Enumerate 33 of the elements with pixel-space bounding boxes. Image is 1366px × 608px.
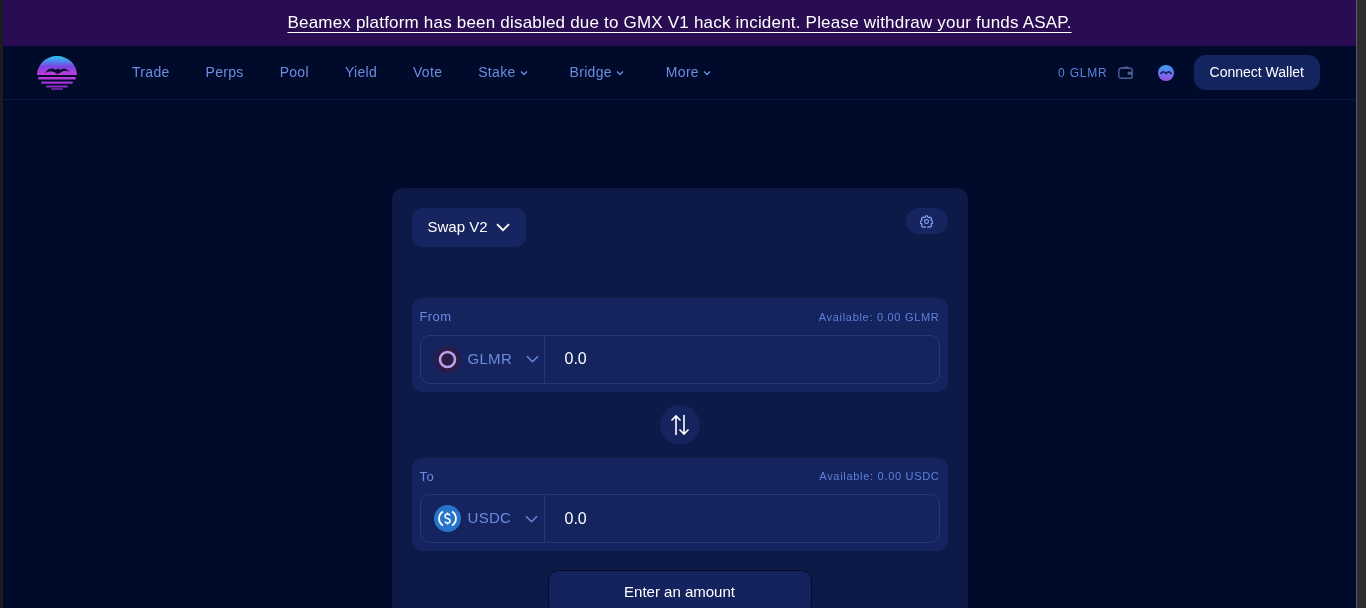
chevron-down-icon [525, 514, 539, 523]
token-amount-field[interactable]: GLMR 0.0 [419, 334, 940, 384]
nav-link[interactable]: Bridge [569, 62, 624, 83]
ring-token-icon [433, 345, 461, 373]
wallet-icon[interactable] [1117, 66, 1133, 79]
dollar-coin-icon [433, 505, 461, 532]
balance-text: 0 GLMR [1058, 64, 1108, 82]
enter-amount-button[interactable]: Enter an amount [547, 570, 812, 608]
chevron-down-icon [495, 223, 510, 232]
nav-link[interactable]: Perps [205, 62, 244, 83]
settings-button[interactable] [905, 208, 948, 234]
available-balance: Available: 0.00 GLMR [818, 309, 940, 325]
field-label: To [419, 467, 435, 486]
nav-link[interactable]: Yield [344, 62, 377, 83]
token-amount-field[interactable]: USDC 0.0 [419, 494, 940, 543]
field-label: From [419, 308, 452, 326]
network-icon[interactable] [1157, 64, 1174, 81]
notice-link[interactable]: Beamex platform has been disabled due to GMX V1 hack incident. Please withdraw your funds ASAP. [287, 10, 1072, 36]
available-balance: Available: 0.00 USDC [819, 469, 940, 484]
nav-link[interactable]: More [665, 62, 711, 83]
logo-icon[interactable] [36, 55, 78, 90]
settings-icon [920, 214, 933, 228]
swap-arrows-icon [669, 413, 690, 436]
chevron-down-icon [526, 355, 540, 363]
scrollbar-track[interactable] [1356, 0, 1366, 608]
token-select[interactable]: USDC [420, 495, 545, 542]
connect-wallet-button[interactable]: Connect Wallet [1193, 55, 1320, 90]
nav-link[interactable]: Vote [413, 62, 443, 83]
swap-version-button[interactable]: Swap V2 [411, 208, 526, 247]
nav-link[interactable]: Pool [279, 62, 309, 83]
nav-link[interactable]: Stake [478, 62, 528, 83]
nav-link[interactable]: Trade [132, 62, 170, 83]
token-select[interactable]: GLMR [420, 335, 545, 383]
